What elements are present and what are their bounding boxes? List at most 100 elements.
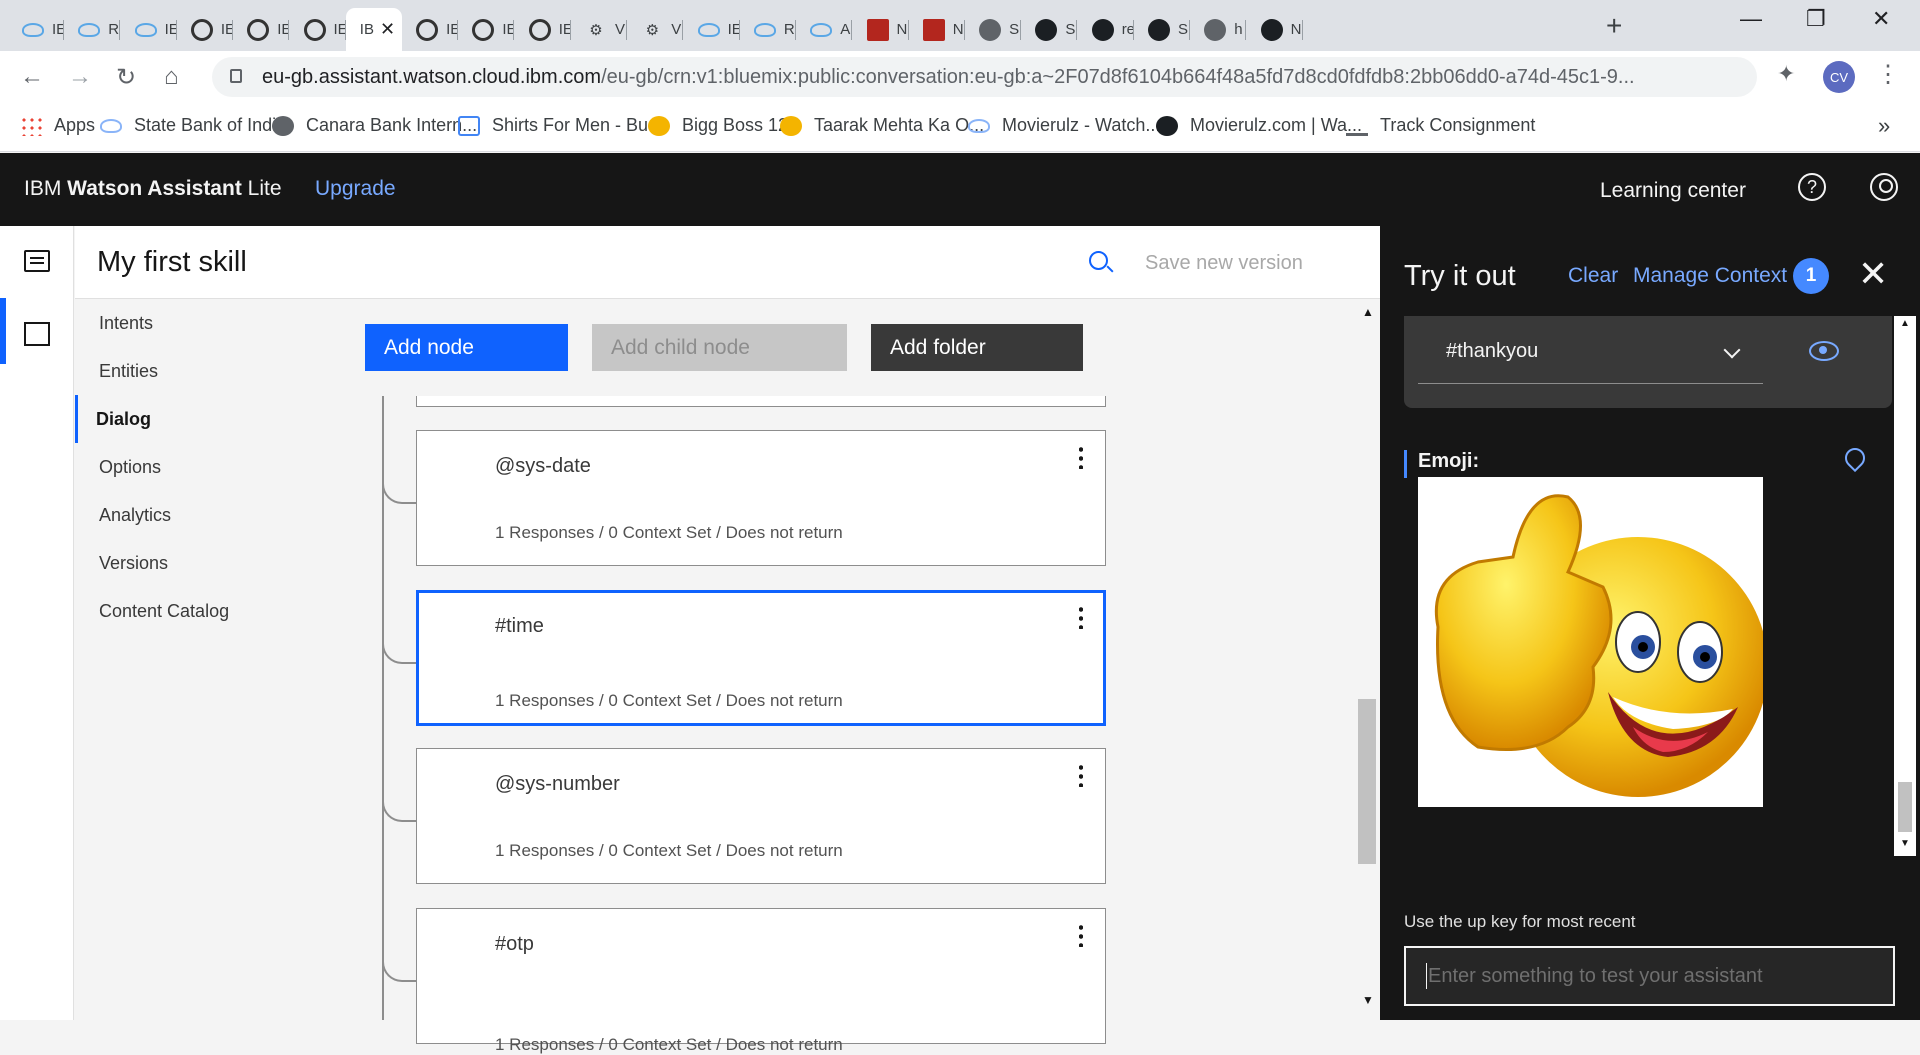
scroll-down-icon[interactable]: ▼	[1900, 838, 1910, 849]
nav-item-versions[interactable]: Versions	[99, 553, 168, 574]
bookmark-item[interactable]: Track Consignment	[1346, 115, 1535, 136]
help-icon[interactable]: ?	[1798, 173, 1826, 201]
learning-center-link[interactable]: Learning center	[1600, 179, 1746, 203]
overflow-menu-icon[interactable]	[1079, 445, 1083, 469]
globe-icon	[1204, 18, 1227, 41]
try-it-out-panel: Try it out Clear Manage Context 1 ✕ #tha…	[1380, 226, 1920, 1020]
browser-tab[interactable]: A	[796, 8, 853, 51]
overflow-menu-icon[interactable]	[1079, 763, 1083, 787]
bookmark-item[interactable]: Shirts For Men - Bu...	[458, 115, 663, 136]
bookmark-item[interactable]: Bigg Boss 12	[648, 115, 788, 136]
overflow-menu-icon[interactable]	[1079, 605, 1083, 629]
location-pin-icon[interactable]	[1840, 443, 1870, 473]
nav-item-analytics[interactable]: Analytics	[99, 505, 171, 526]
reload-icon[interactable]: ↻	[116, 63, 136, 92]
overflow-menu-icon[interactable]	[1079, 923, 1083, 947]
skills-icon[interactable]	[24, 322, 50, 346]
extensions-icon[interactable]: ✦	[1777, 61, 1795, 87]
browser-tab[interactable]: IE	[458, 8, 515, 51]
panel-scrollbar[interactable]: ▲ ▼	[1894, 316, 1916, 856]
bookmark-item[interactable]: Taarak Mehta Ka O...	[780, 115, 984, 136]
node-summary: 1 Responses / 0 Context Set / Does not r…	[495, 523, 843, 542]
restore-icon[interactable]: ❐	[1806, 6, 1826, 32]
browser-tab[interactable]: IE	[402, 8, 459, 51]
nav-item-content-catalog[interactable]: Content Catalog	[99, 601, 229, 622]
browser-tab[interactable]: N	[909, 8, 965, 51]
browser-tab[interactable]: N	[853, 8, 909, 51]
browser-tab[interactable]: S	[1021, 8, 1078, 51]
assistants-icon[interactable]	[24, 250, 50, 272]
home-icon[interactable]: ⌂	[164, 63, 179, 91]
scroll-up-icon[interactable]: ▲	[1362, 305, 1374, 319]
close-window-icon[interactable]: ✕	[1872, 6, 1890, 32]
browser-tab[interactable]: IE	[684, 8, 740, 51]
nav-item-options[interactable]: Options	[99, 457, 161, 478]
browser-tab[interactable]: IE	[177, 8, 233, 51]
scroll-down-icon[interactable]: ▼	[1362, 993, 1374, 1007]
profile-avatar[interactable]: CV	[1823, 61, 1855, 93]
scrollbar-thumb[interactable]	[1358, 699, 1376, 864]
save-new-version-button[interactable]: Save new version	[1145, 252, 1303, 275]
minimize-icon[interactable]: —	[1740, 6, 1762, 32]
dialog-scrollbar[interactable]: ▲ ▼	[1356, 299, 1380, 1020]
test-message-input[interactable]	[1404, 946, 1895, 1006]
nav-item-entities[interactable]: Entities	[99, 361, 158, 382]
bookmark-item[interactable]: Apps	[20, 115, 95, 136]
scroll-up-icon[interactable]: ▲	[1900, 318, 1910, 329]
browser-tab[interactable]: R	[740, 8, 796, 51]
clear-link[interactable]: Clear	[1568, 264, 1618, 288]
tab-label: A	[840, 21, 851, 38]
browser-tab[interactable]: IE	[233, 8, 290, 51]
cloud-icon	[22, 22, 44, 37]
add-child-node-button[interactable]: Add child node	[592, 324, 847, 371]
thumbs-up-emoji-image	[1418, 477, 1763, 807]
add-node-button[interactable]: Add node	[365, 324, 568, 371]
product-name[interactable]: IBM Watson Assistant Lite	[24, 177, 282, 201]
more-bookmarks-icon[interactable]: »	[1878, 113, 1890, 139]
browser-tab[interactable]: IE	[290, 8, 346, 51]
dialog-node[interactable]: @sys-number 1 Responses / 0 Context Set …	[416, 748, 1106, 884]
browser-tab[interactable]: IE	[121, 8, 177, 51]
check-icon	[648, 115, 670, 136]
browser-tab[interactable]: h	[1190, 8, 1247, 51]
intent-dropdown[interactable]: #thankyou	[1418, 322, 1763, 384]
nav-item-intents[interactable]: Intents	[99, 313, 153, 334]
lock-icon[interactable]	[230, 69, 242, 83]
bookmark-item[interactable]: Movierulz - Watch...	[968, 115, 1160, 136]
browser-tab[interactable]: ⚙ V	[627, 8, 684, 51]
nav-item-dialog[interactable]: Dialog	[96, 409, 151, 430]
search-icon[interactable]	[1089, 251, 1108, 270]
browser-tab[interactable]: ⚙ V	[571, 8, 627, 51]
browser-tab[interactable]: IE	[515, 8, 571, 51]
forward-icon[interactable]: →	[68, 63, 92, 91]
bookmark-item[interactable]: State Bank of India	[100, 115, 286, 136]
browser-tab[interactable]: S	[1134, 8, 1190, 51]
scrollbar-thumb[interactable]	[1898, 782, 1912, 832]
new-tab-button[interactable]: +	[1606, 10, 1622, 42]
browser-menu-icon[interactable]: ⋮	[1876, 60, 1900, 89]
browser-tab[interactable]: re	[1078, 8, 1134, 51]
upgrade-link[interactable]: Upgrade	[315, 177, 396, 201]
user-account-icon[interactable]	[1870, 173, 1898, 201]
dialog-node[interactable]: @sys-date 1 Responses / 0 Context Set / …	[416, 430, 1106, 566]
eye-icon[interactable]	[1809, 341, 1839, 361]
close-icon[interactable]: ✕	[1858, 256, 1888, 292]
manage-context-link[interactable]: Manage Context	[1633, 264, 1787, 288]
bookmark-item[interactable]: Movierulz.com | Wa...	[1156, 115, 1362, 136]
dialog-node-selected[interactable]: #time 1 Responses / 0 Context Set / Does…	[416, 590, 1106, 726]
browser-tab[interactable]: R	[64, 8, 121, 51]
bookmark-item[interactable]: Canara Bank Intern...	[272, 115, 477, 136]
tab-label: N	[896, 21, 908, 38]
browser-tab[interactable]: N	[1247, 8, 1303, 51]
add-folder-button[interactable]: Add folder	[871, 324, 1083, 371]
dialog-node[interactable]: #otp 1 Responses / 0 Context Set / Does …	[416, 908, 1106, 1054]
back-icon[interactable]: ←	[20, 63, 44, 91]
apps-icon	[20, 115, 42, 136]
browser-tab[interactable]: IB ✕	[345, 8, 402, 51]
globe-icon	[272, 115, 294, 136]
address-bar[interactable]: eu-gb.assistant.watson.cloud.ibm.com/eu-…	[212, 57, 1757, 97]
browser-tab[interactable]: IE	[8, 8, 64, 51]
browser-tab[interactable]: S	[965, 8, 1022, 51]
dialog-node-partial[interactable]	[416, 396, 1106, 407]
close-tab-icon[interactable]: ✕	[380, 19, 395, 40]
